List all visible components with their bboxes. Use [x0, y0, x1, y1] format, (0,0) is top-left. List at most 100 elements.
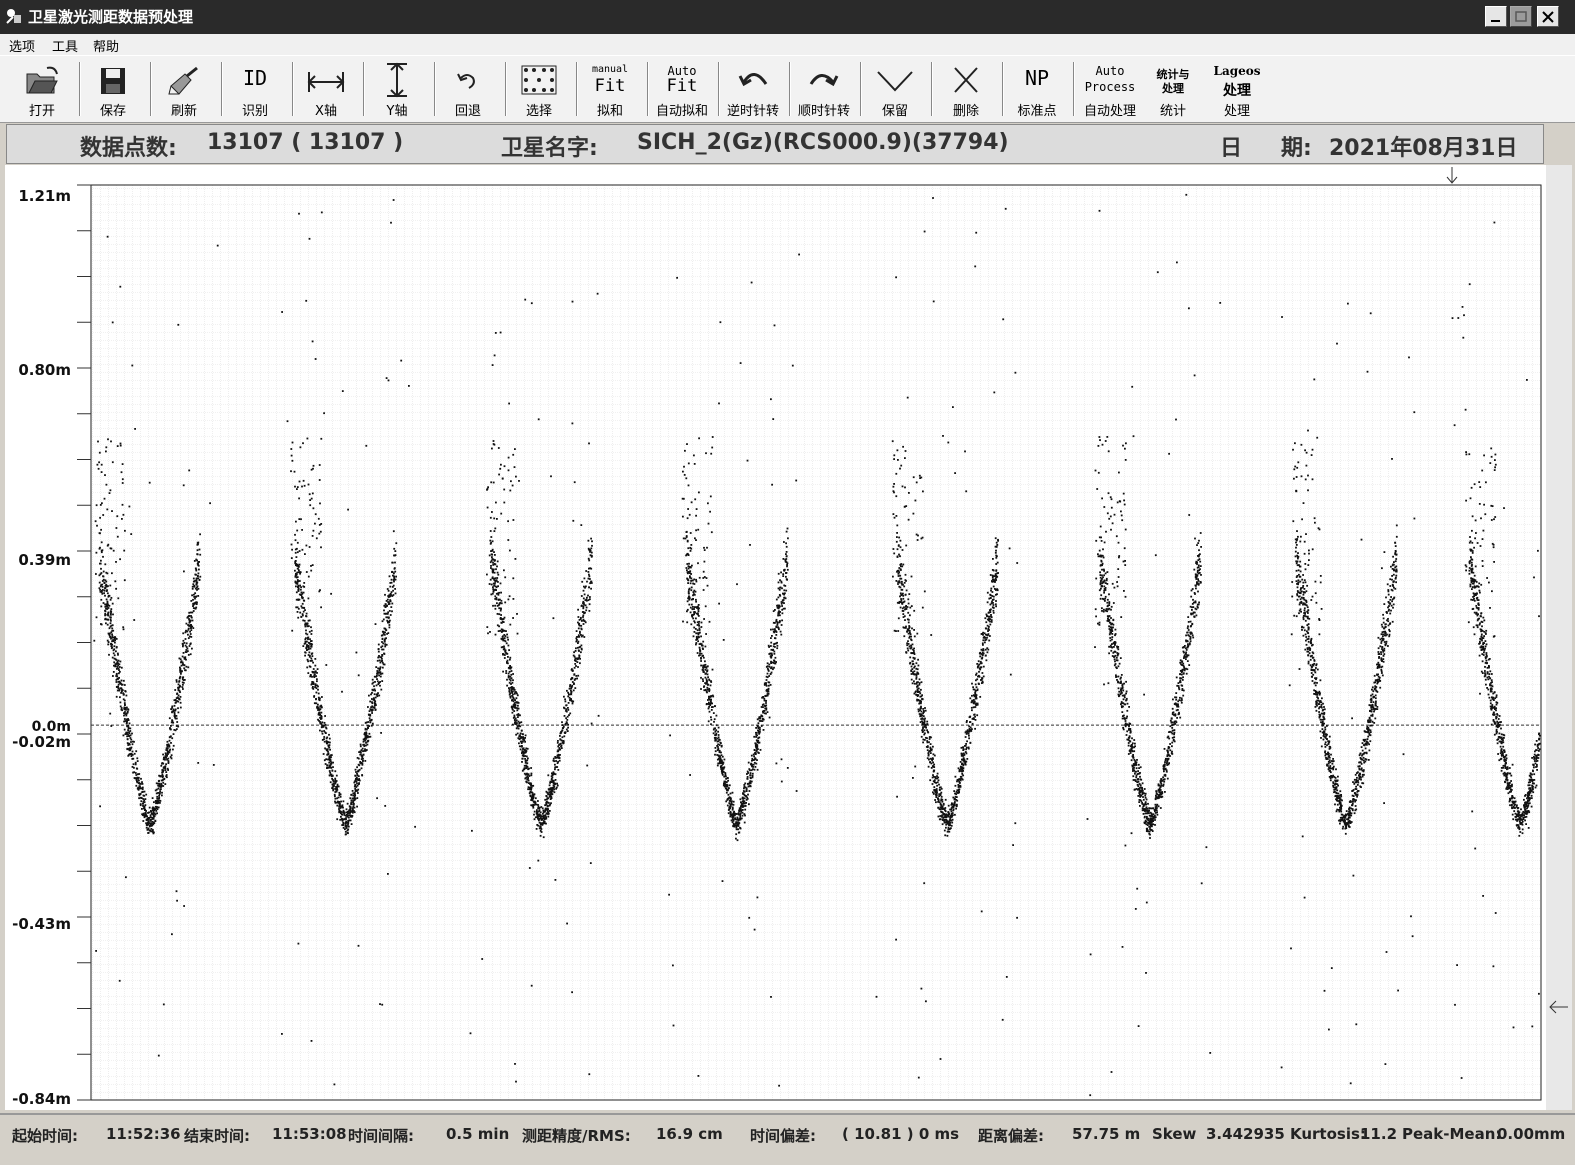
data-point	[720, 768, 722, 770]
data-point	[379, 670, 381, 672]
residual-scatter-chart[interactable]	[5, 165, 1546, 1110]
plot-area[interactable]: 1.21m 0.80m 0.39m 0.0m -0.02m -0.43m -0.…	[5, 165, 1546, 1110]
data-point	[792, 365, 794, 367]
data-point	[319, 479, 321, 481]
x-axis-button[interactable]: X轴	[291, 58, 361, 120]
undo-button[interactable]: 回退	[433, 58, 503, 120]
data-point	[383, 619, 385, 621]
data-point	[384, 628, 386, 630]
select-button[interactable]: 选择	[504, 58, 574, 120]
data-point	[99, 587, 101, 589]
data-point	[571, 991, 573, 993]
y-axis-button[interactable]: Y轴	[362, 58, 432, 120]
data-point	[107, 236, 109, 238]
data-point	[389, 620, 391, 622]
data-point	[744, 822, 746, 824]
data-point	[334, 1084, 336, 1086]
data-point	[177, 701, 179, 703]
data-point	[113, 661, 115, 663]
data-point	[688, 591, 690, 593]
data-point	[117, 445, 119, 447]
data-point	[365, 445, 367, 447]
minimize-button[interactable]	[1485, 6, 1507, 27]
data-point	[783, 597, 785, 599]
data-point	[111, 510, 113, 512]
data-point	[897, 548, 899, 550]
data-point	[582, 615, 584, 617]
data-point	[738, 825, 740, 827]
data-point	[774, 628, 776, 630]
data-point	[190, 615, 192, 617]
menu-tools[interactable]: 工具	[52, 36, 78, 55]
data-point	[156, 806, 158, 808]
data-point	[982, 642, 984, 644]
data-point	[295, 606, 297, 608]
statistics-button[interactable]: 统计与 处理 统计	[1138, 58, 1208, 120]
menu-help[interactable]: 帮助	[93, 36, 119, 55]
menu-options[interactable]: 选项	[9, 36, 35, 55]
data-point	[901, 602, 903, 604]
keep-button[interactable]: 保留	[860, 58, 930, 120]
data-point	[569, 699, 571, 701]
data-point	[747, 778, 749, 780]
data-point	[688, 554, 690, 556]
data-point	[707, 676, 709, 678]
data-point	[384, 632, 386, 634]
data-point	[113, 671, 115, 673]
data-point	[110, 489, 112, 491]
data-point	[744, 813, 746, 815]
data-point	[964, 760, 966, 762]
data-point	[515, 701, 517, 703]
data-point	[312, 535, 314, 537]
data-point	[199, 549, 201, 551]
data-point	[971, 728, 973, 730]
data-point	[755, 736, 757, 738]
data-point	[746, 790, 748, 792]
rotate-ccw-button[interactable]: 逆时针转	[718, 58, 788, 120]
save-button[interactable]: 保存	[78, 58, 148, 120]
data-point	[984, 637, 986, 639]
data-point	[996, 572, 998, 574]
data-point	[939, 818, 941, 820]
open-button[interactable]: 打开	[7, 58, 77, 120]
identify-button[interactable]: ID 识别	[220, 58, 290, 120]
data-point	[309, 238, 311, 240]
data-point	[304, 609, 306, 611]
data-point	[486, 574, 488, 576]
data-point	[549, 793, 551, 795]
data-point	[775, 661, 777, 663]
data-point	[995, 579, 997, 581]
data-point	[291, 557, 293, 559]
data-point	[124, 684, 126, 686]
auto-fit-button[interactable]: Auto Fit 自动拟和	[647, 58, 717, 120]
rotate-cw-button[interactable]: 顺时针转	[789, 58, 859, 120]
data-point	[110, 610, 112, 612]
data-point	[579, 631, 581, 633]
data-point	[502, 478, 504, 480]
data-point	[543, 836, 545, 838]
auto-process-button[interactable]: Auto Process 自动处理	[1075, 58, 1145, 120]
data-point	[682, 471, 684, 473]
data-point	[988, 618, 990, 620]
data-point	[508, 690, 510, 692]
data-point	[316, 678, 318, 680]
data-point	[387, 622, 389, 624]
close-button[interactable]	[1537, 6, 1559, 27]
maximize-button[interactable]	[1510, 6, 1532, 27]
data-point	[512, 485, 514, 487]
data-point	[367, 737, 369, 739]
data-point	[152, 813, 154, 815]
data-point	[520, 721, 522, 723]
manual-fit-button[interactable]: manual Fit 拟和	[575, 58, 645, 120]
lageos-button[interactable]: Lageos 处理 处理	[1202, 58, 1272, 120]
data-point	[142, 787, 144, 789]
data-point	[695, 539, 697, 541]
data-point	[354, 775, 356, 777]
normal-point-button[interactable]: NP 标准点	[1002, 58, 1072, 120]
data-point	[987, 592, 989, 594]
data-point	[119, 689, 121, 691]
delete-button[interactable]: 删除	[931, 58, 1001, 120]
data-point	[117, 653, 119, 655]
data-point	[933, 770, 935, 772]
refresh-button[interactable]: 刷新	[149, 58, 219, 120]
